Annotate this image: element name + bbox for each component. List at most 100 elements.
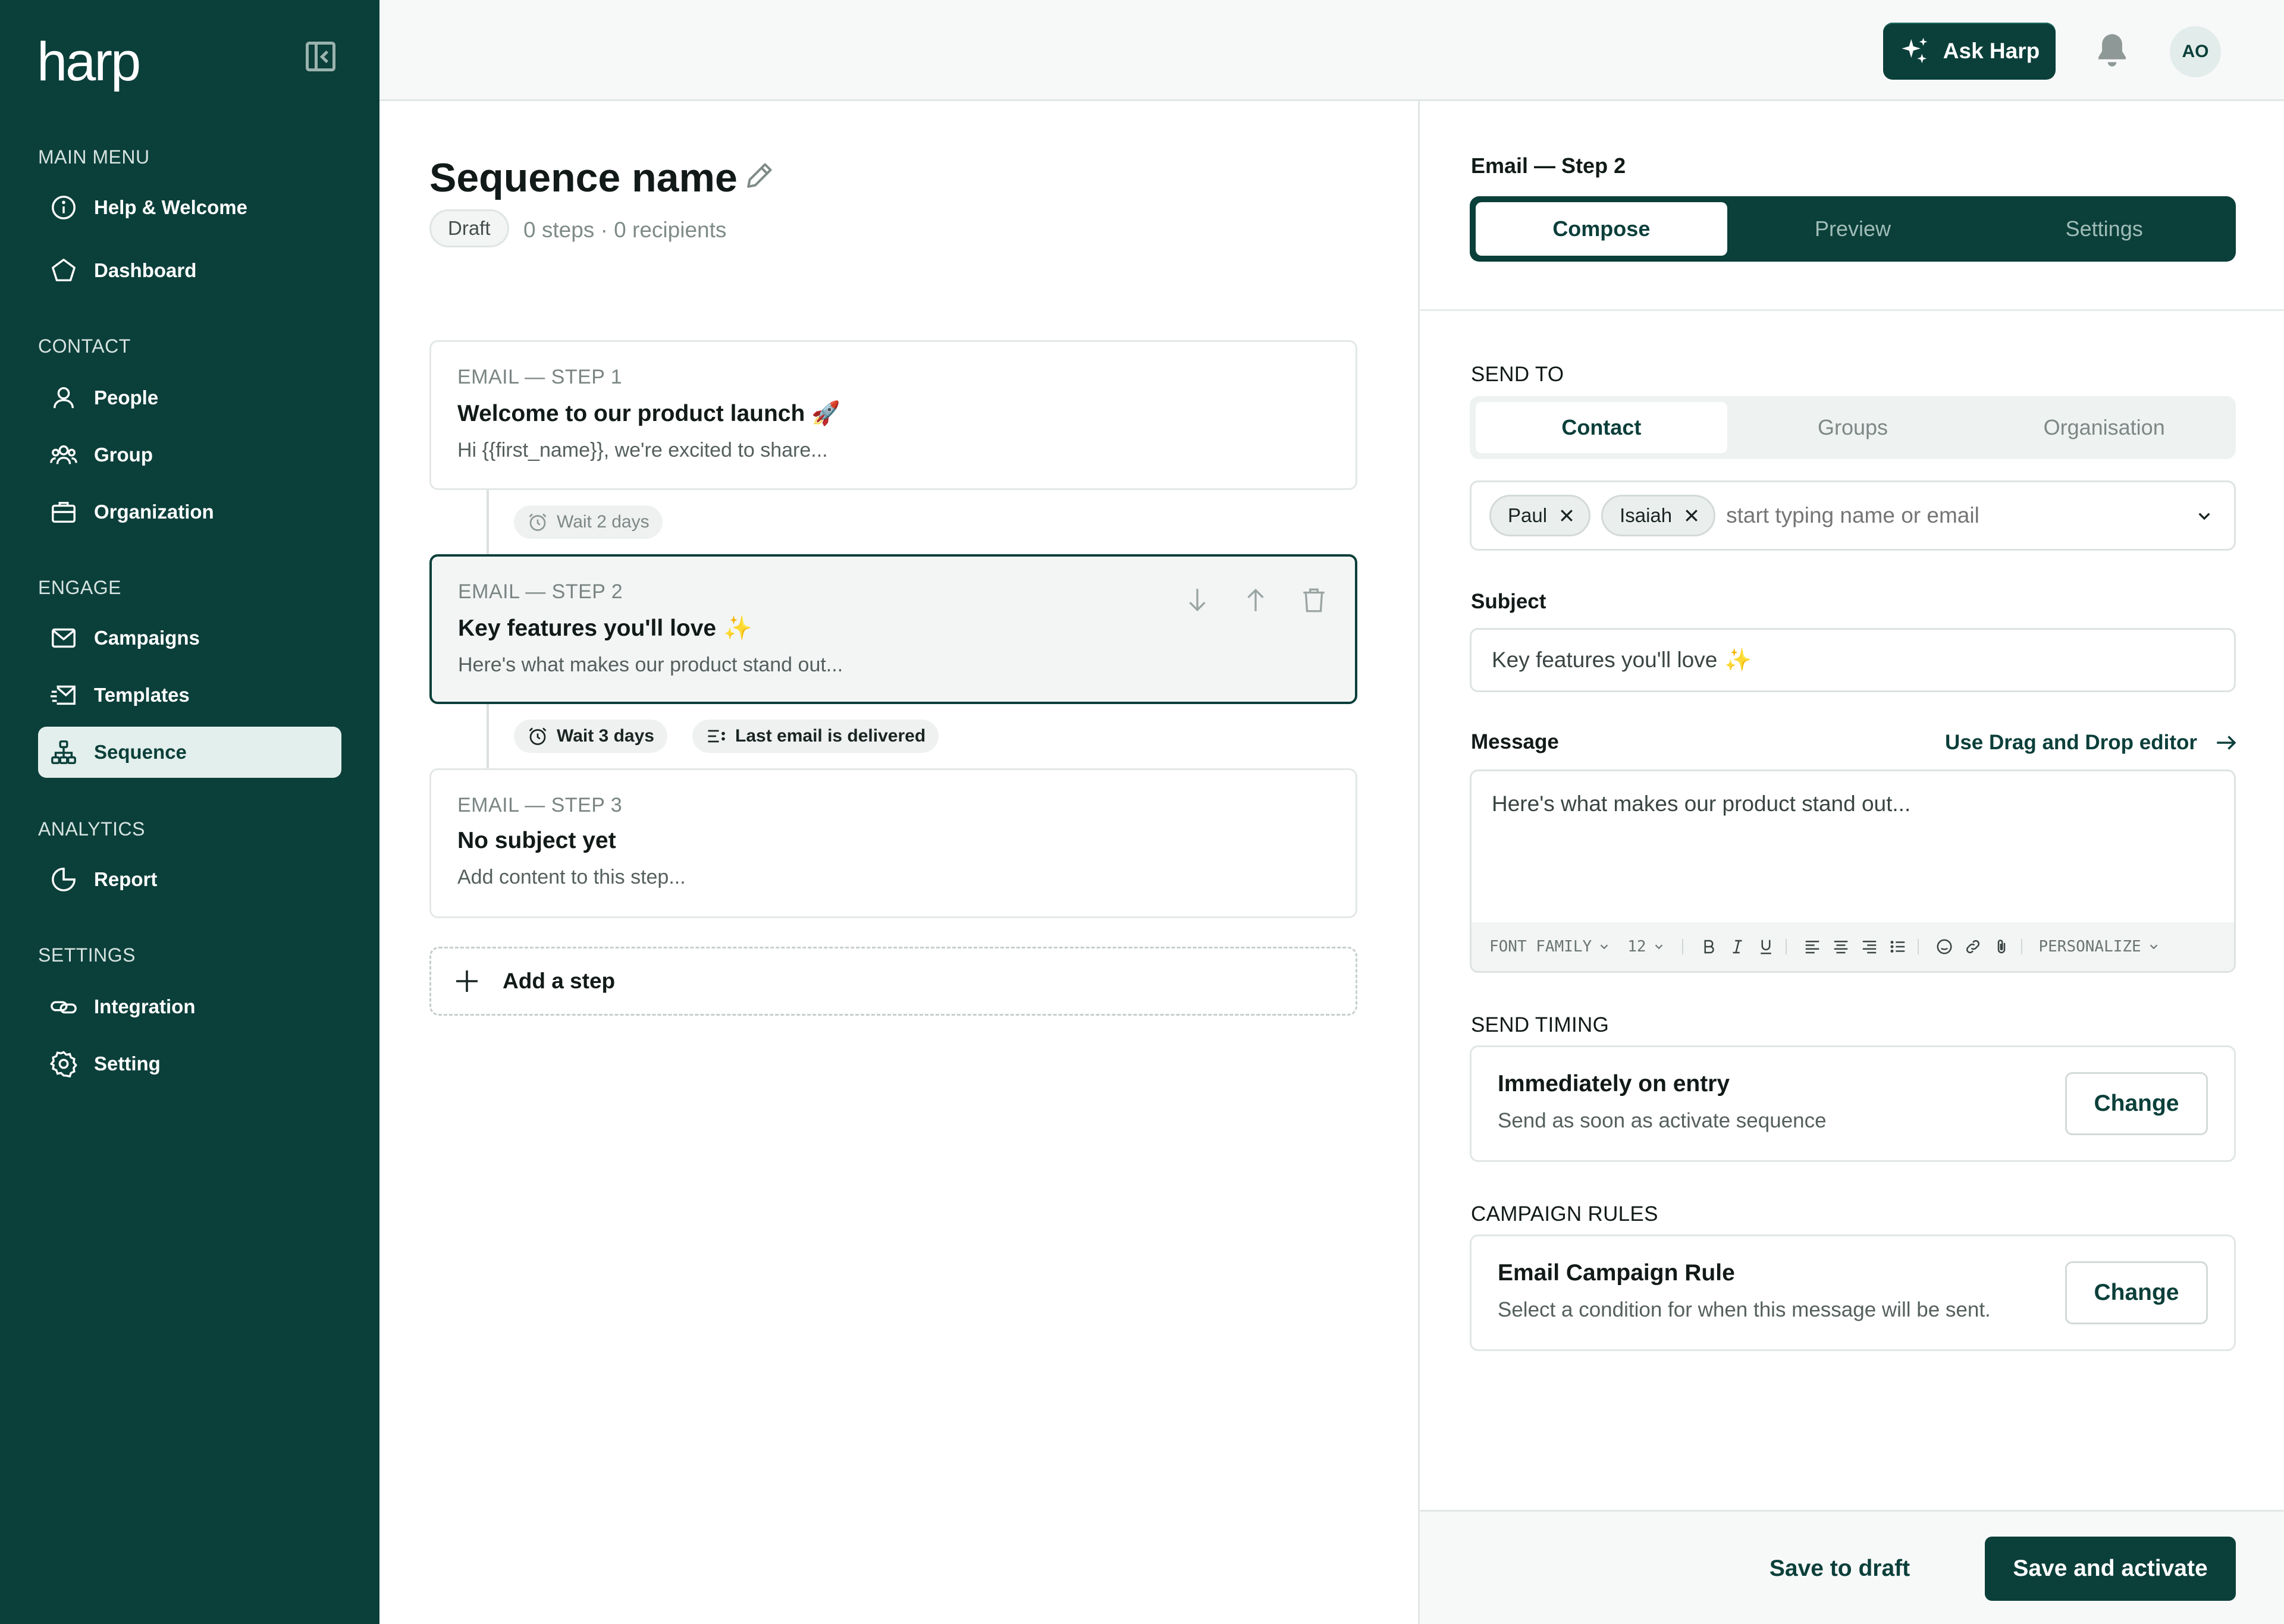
nav-section-settings: SETTINGS [38,944,136,966]
sidebar-item-help-welcome[interactable]: Help & Welcome [38,182,341,233]
sidebar-item-campaigns[interactable]: Campaigns [38,612,341,664]
move-down-icon[interactable] [1182,585,1212,615]
mail-icon [52,628,76,648]
recipient-name: Paul [1508,504,1548,526]
align-left-icon[interactable] [1803,938,1821,956]
sidebar-item-label: Setting [94,1053,161,1075]
align-center-icon[interactable] [1832,938,1850,956]
tab-organisation[interactable]: Organisation [1978,402,2230,453]
link-icon [51,1001,77,1014]
attachment-icon[interactable] [1993,938,2010,956]
pie-chart-icon [52,868,76,891]
briefcase-icon [52,501,76,523]
campaign-rule-card: Email Campaign Rule Select a condition f… [1470,1235,2236,1351]
avatar[interactable]: AO [2170,26,2221,77]
campaign-rules-label: CAMPAIGN RULES [1471,1202,1658,1226]
close-icon[interactable] [1558,507,1576,524]
tab-contact[interactable]: Contact [1476,402,1727,453]
recipients-field[interactable]: Paul Isaiah [1470,480,2236,551]
align-right-icon[interactable] [1861,938,1878,956]
recipient-chip: Isaiah [1601,495,1716,536]
plus-icon [456,970,478,992]
tab-compose[interactable]: Compose [1476,202,1727,256]
pencil-icon[interactable] [743,158,777,191]
step-connector [487,704,489,768]
step-card-1[interactable]: EMAIL — STEP 1 Welcome to our product la… [429,340,1357,490]
font-size-select[interactable]: 12 [1627,938,1665,956]
step-card-2[interactable]: EMAIL — STEP 2 Key features you'll love ✨… [429,554,1357,704]
change-rule-button[interactable]: Change [2065,1261,2208,1324]
move-up-icon[interactable] [1241,585,1270,615]
recipient-search-input[interactable] [1726,503,2192,528]
sidebar-item-templates[interactable]: Templates [38,670,341,721]
sidebar-item-integration[interactable]: Integration [38,981,341,1032]
sidebar-item-organization[interactable]: Organization [38,486,341,538]
filter-list-icon [708,730,725,743]
underline-icon[interactable] [1757,938,1775,956]
sidebar-item-report[interactable]: Report [38,854,341,905]
info-icon [52,196,76,219]
tab-groups[interactable]: Groups [1727,402,1979,453]
sidebar-collapse-icon[interactable] [306,42,335,71]
sequence-meta: 0 steps · 0 recipients [523,218,727,242]
message-editor[interactable]: Here's what makes our product stand out.… [1470,769,2236,973]
wait-pill[interactable]: Wait 2 days [514,505,663,539]
send-to-tabs: Contact Groups Organisation [1470,396,2236,459]
tab-settings[interactable]: Settings [1978,202,2230,256]
email-editor-panel: Email — Step 2 Compose Preview Settings … [1418,101,2284,1624]
message-body[interactable]: Here's what makes our product stand out.… [1492,791,1910,816]
change-timing-button[interactable]: Change [2065,1072,2208,1135]
message-label: Message [1471,730,1559,753]
sidebar-item-sequence[interactable]: Sequence [38,727,341,778]
bell-icon[interactable] [2095,31,2129,69]
harp-logo[interactable]: harp [37,34,141,89]
sidebar-item-setting[interactable]: Setting [38,1038,341,1089]
sidebar-item-dashboard[interactable]: Dashboard [38,245,341,296]
step-card-3[interactable]: EMAIL — STEP 3 No subject yet Add conten… [429,768,1357,918]
send-timing-label: SEND TIMING [1471,1013,1610,1036]
toolbar-separator [2021,939,2022,954]
step-preview: Here's what makes our product stand out.… [458,654,843,676]
sidebar: harp MAIN MENU Help & Welcome Dashboard … [0,0,379,1624]
send-timing-card: Immediately on entry Send as soon as act… [1470,1045,2236,1162]
italic-icon[interactable] [1728,938,1746,956]
chevron-down-icon[interactable] [2192,504,2216,527]
sidebar-item-label: Report [94,868,158,890]
condition-pill[interactable]: Last email is delivered [692,720,939,753]
save-activate-button[interactable]: Save and activate [1985,1537,2236,1601]
bullet-list-icon[interactable] [1889,938,1907,956]
gear-icon [50,1051,77,1078]
font-family-select[interactable]: FONT FAMILY [1489,938,1611,956]
editor-tabs: Compose Preview Settings [1470,196,2236,262]
wait-label: Wait 2 days [557,512,650,532]
arrow-right-icon [2217,736,2236,750]
step-subject: No subject yet [457,828,616,853]
editor-title: Email — Step 2 [1471,153,1626,178]
personalize-select[interactable]: PERSONALIZE [2039,938,2160,956]
sidebar-item-group[interactable]: Group [38,429,341,480]
sidebar-item-label: Sequence [94,741,187,763]
tab-preview[interactable]: Preview [1727,202,1979,256]
link-icon[interactable] [1964,938,1982,956]
trash-icon[interactable] [1299,585,1329,615]
sidebar-item-label: Group [94,444,153,466]
editor-footer: Save to draft Save and activate [1420,1510,2284,1624]
emoji-icon[interactable] [1935,938,1953,956]
save-draft-button[interactable]: Save to draft [1750,1537,1929,1601]
subject-value: Key features you'll love [1492,648,1718,672]
sidebar-item-people[interactable]: People [38,372,341,423]
drag-drop-label: Use Drag and Drop editor [1945,731,2197,754]
condition-label: Last email is delivered [735,726,926,746]
wait-pill[interactable]: Wait 3 days [514,720,667,753]
close-icon[interactable] [1683,507,1701,524]
bold-icon[interactable] [1700,938,1718,956]
subject-input[interactable]: Key features you'll love ✨ [1470,628,2236,692]
add-step-button[interactable]: Add a step [429,947,1357,1016]
chevron-down-icon [2150,944,2157,950]
drag-drop-editor-link[interactable]: Use Drag and Drop editor [1945,730,2239,755]
ask-harp-button[interactable]: Ask Harp [1883,23,2056,80]
wait-label: Wait 3 days [557,726,654,746]
chevron-down-icon [1600,944,1608,950]
sequence-builder: Sequence name Draft 0 steps · 0 recipien… [379,101,1418,1624]
step-subject: Welcome to our product launch 🚀 [457,401,840,426]
